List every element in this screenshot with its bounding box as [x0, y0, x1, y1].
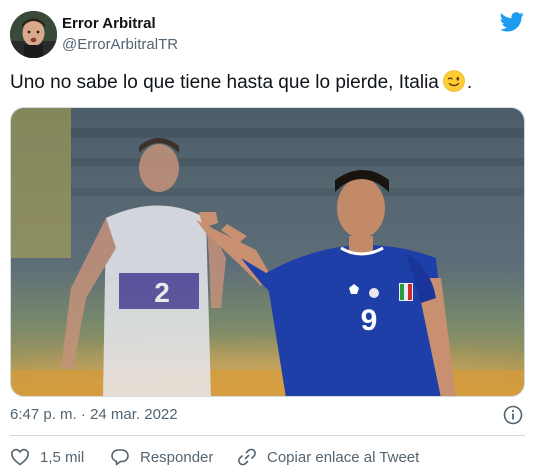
tweet-media-image[interactable]: 2 9	[10, 107, 525, 397]
tweet-timestamp[interactable]: 6:47 p. m. · 24 mar. 2022	[10, 406, 178, 423]
heart-icon	[11, 448, 29, 466]
winking-face-icon	[443, 70, 465, 92]
like-count: 1,5 mil	[40, 448, 85, 466]
info-icon[interactable]	[503, 405, 523, 425]
link-icon	[238, 448, 256, 466]
tweet-text-end: .	[466, 72, 473, 93]
twitter-bird-icon[interactable]	[500, 12, 524, 32]
reply-button[interactable]: Responder	[110, 446, 213, 468]
avatar-image	[10, 11, 57, 58]
divider	[10, 435, 525, 436]
reply-label: Responder	[140, 448, 214, 466]
tweet-embed: Error Arbitral @ErrorArbitralTR Uno no s…	[0, 0, 533, 472]
tweet-text: Uno no sabe lo que tiene hasta que lo pi…	[10, 70, 472, 94]
copy-link-label: Copiar enlace al Tweet	[267, 448, 420, 466]
author-handle[interactable]: @ErrorArbitralTR	[62, 36, 178, 53]
copy-link-button[interactable]: Copiar enlace al Tweet	[237, 446, 419, 468]
author-name[interactable]: Error Arbitral	[62, 15, 156, 32]
tweet-text-main: Uno no sabe lo que tiene hasta que lo pi…	[10, 72, 439, 93]
reply-bubble-icon	[111, 449, 129, 466]
like-button[interactable]: 1,5 mil	[10, 446, 84, 468]
avatar[interactable]	[10, 11, 57, 58]
front-player-number: 9	[361, 304, 378, 337]
background-player-number: 2	[154, 277, 170, 308]
